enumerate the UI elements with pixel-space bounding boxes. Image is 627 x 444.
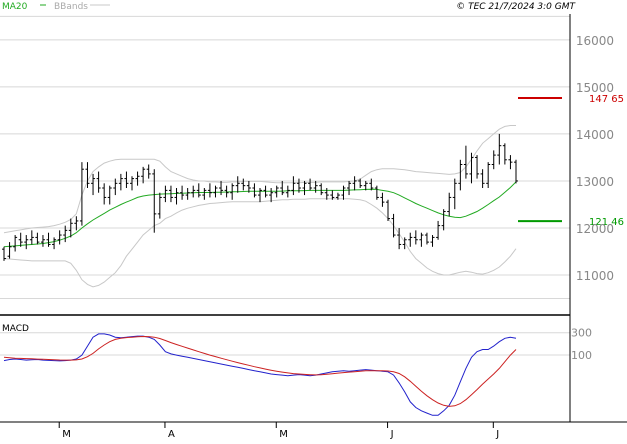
chart-background <box>0 0 627 440</box>
time-axis-label: A <box>168 429 175 440</box>
price-tick-label: 14000 <box>576 128 614 142</box>
price-tick-label: 16000 <box>576 34 614 48</box>
price-tick-label: 13000 <box>576 175 614 189</box>
macd-panel-title: MACD <box>2 324 29 334</box>
price-tick-label: 12000 <box>576 222 614 236</box>
copyright-label: © TEC 21/7/2024 3:0 GMT <box>456 2 576 12</box>
ma20-legend-label: MA20 <box>2 2 28 12</box>
bbands-legend-label: BBands <box>54 2 88 12</box>
chart-svg: 147 65121 46 MA20 BBands © TEC 21/7/2024… <box>0 0 627 440</box>
time-axis-label: J <box>495 429 499 440</box>
time-axis-label: M <box>279 429 288 440</box>
time-axis-label: M <box>62 429 71 440</box>
macd-tick-label: 300 <box>571 327 592 340</box>
price-tick-label: 15000 <box>576 81 614 95</box>
level-marker-label: 147 65 <box>589 94 624 105</box>
price-tick-label: 11000 <box>576 269 614 283</box>
stock-chart: 147 65 121 46 MA20 BBands © TEC 21/7/2024… <box>0 0 627 440</box>
macd-tick-label: 100 <box>571 349 592 362</box>
time-axis-label: J <box>390 429 394 440</box>
